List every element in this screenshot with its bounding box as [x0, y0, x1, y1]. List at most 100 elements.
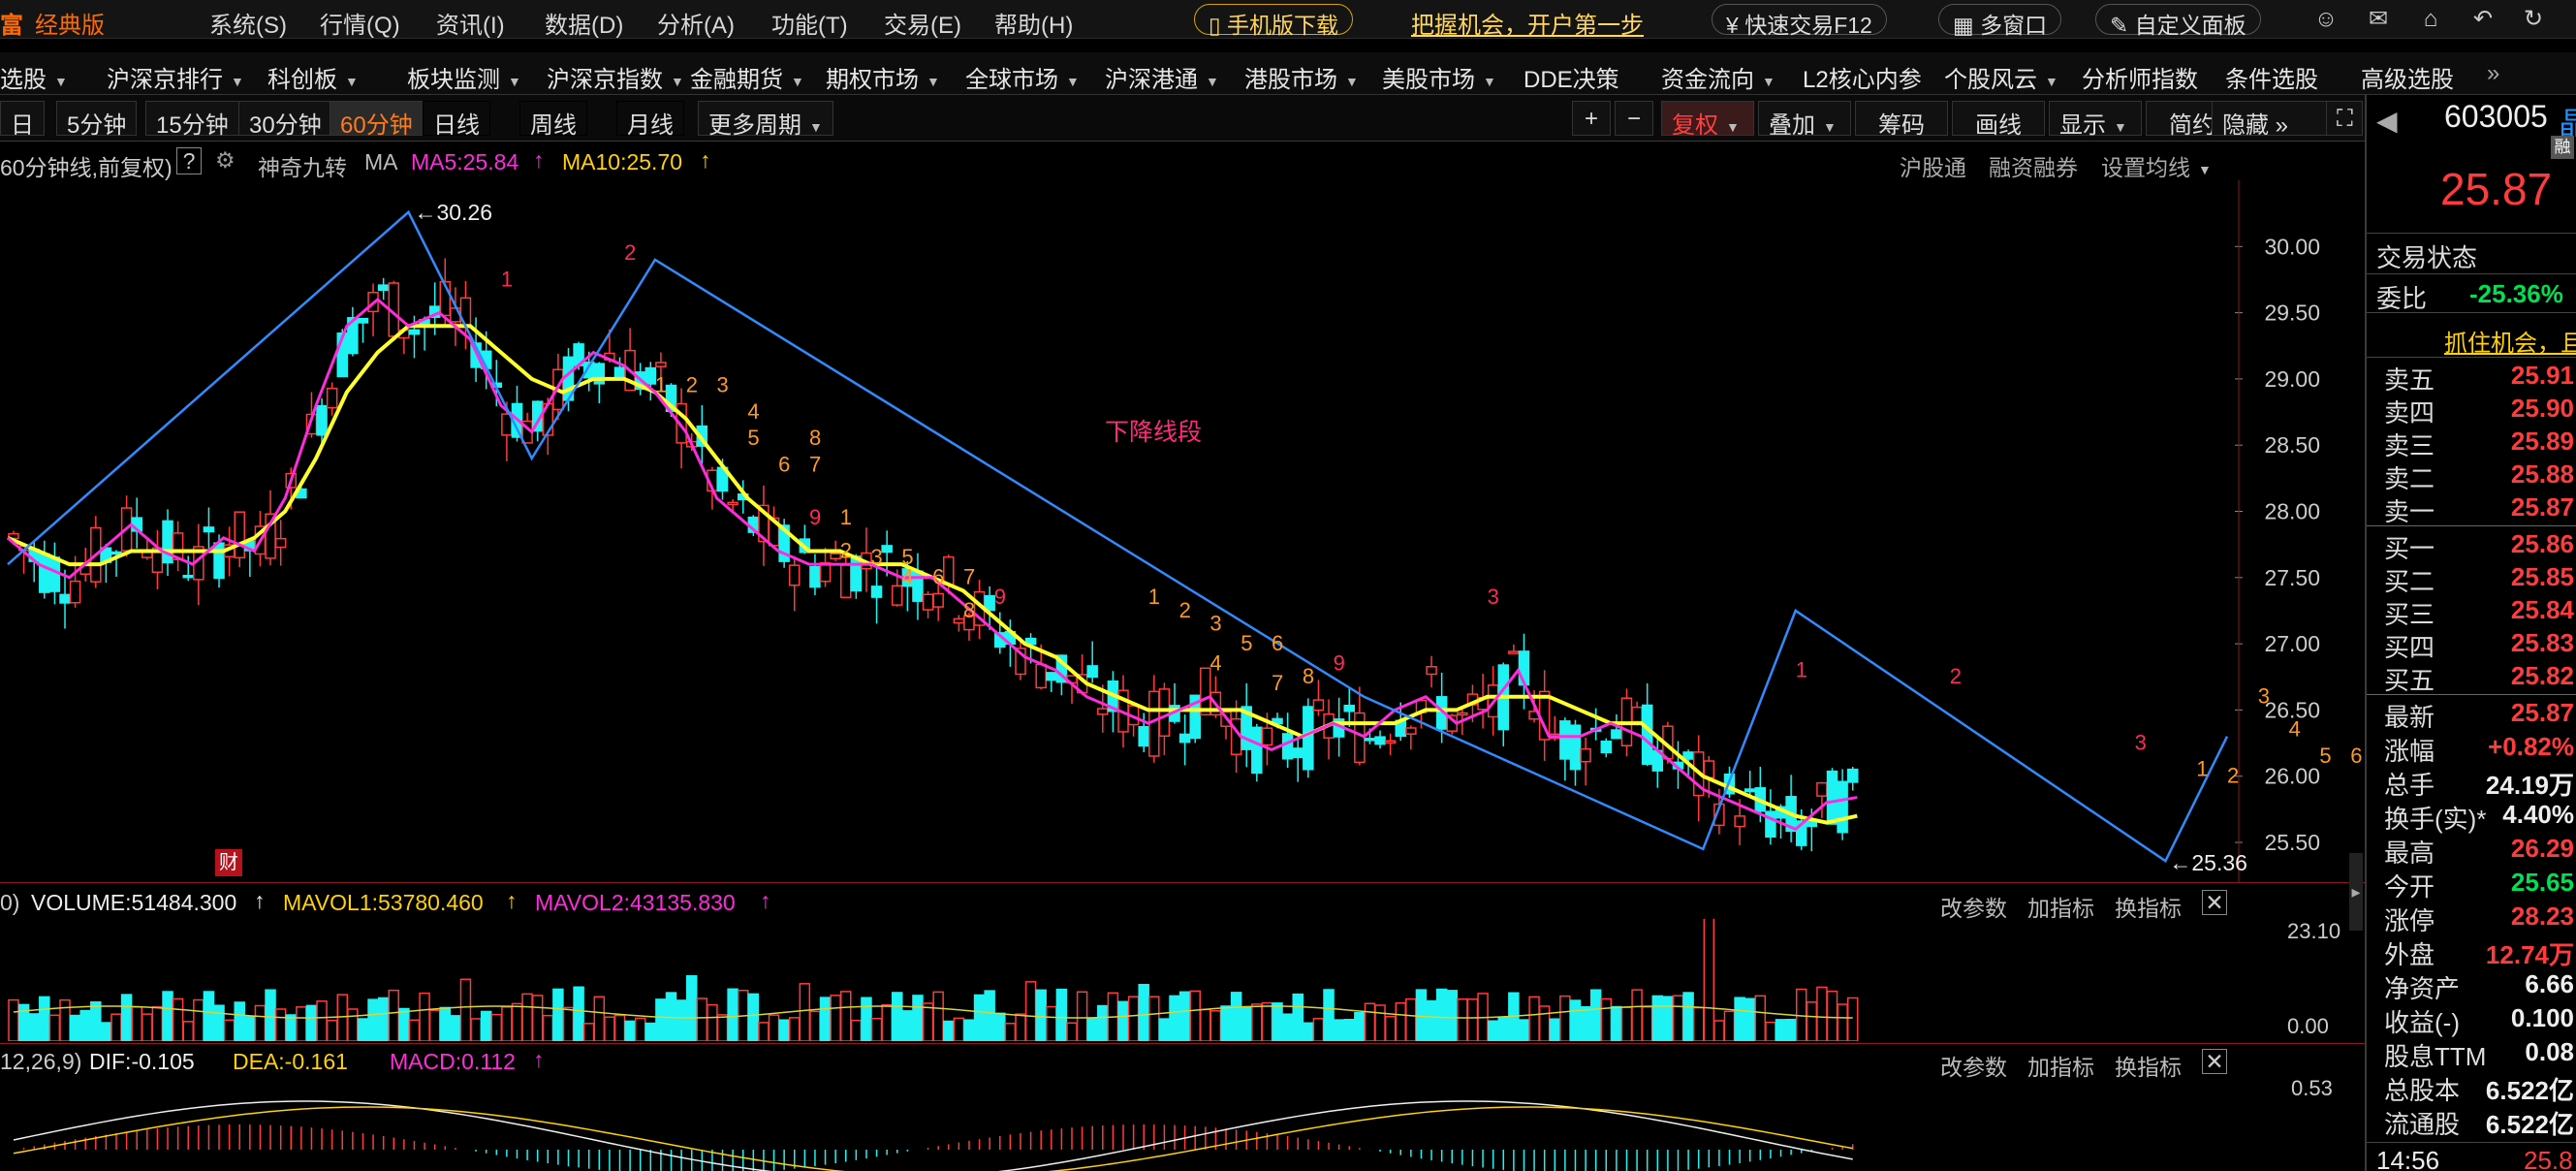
promo-link[interactable]: 把握机会，开户第一步 — [1411, 6, 1644, 40]
stat-row[interactable]: 涨幅 +0.82% — [2376, 732, 2576, 766]
nav-item-hk[interactable]: 港股市场 ▼ — [1244, 60, 1359, 94]
nav-item-dde[interactable]: DDE决策 — [1524, 60, 1619, 94]
help-icon[interactable]: ? — [176, 147, 202, 174]
vol-add-indicator[interactable]: 加指标 — [2027, 890, 2094, 923]
mobile-download-button[interactable]: ▯ 手机版下载 — [1194, 4, 1354, 38]
nav-item-condition[interactable]: 条件选股 — [2225, 60, 2318, 94]
stat-row[interactable]: 总股本 6.522亿 — [2376, 1071, 2576, 1105]
macd-close-icon[interactable]: ✕ — [2202, 1049, 2227, 1074]
stat-row[interactable]: 今开 25.65 — [2376, 868, 2576, 902]
candlestick-chart[interactable]: 121 2 3456 789 12 3456 789 12345 67 8931 231 2345 6 … — [0, 180, 2365, 882]
nav-item-star-market[interactable]: 科创板 ▼ — [267, 60, 359, 94]
panel-collapse-icon[interactable]: ▸ — [2349, 853, 2363, 931]
stat-row[interactable]: 收益(-) 0.100 — [2376, 1003, 2576, 1037]
bid-level[interactable]: 买三 25.84 — [2376, 595, 2576, 629]
adjust-button[interactable]: 复权 ▼ — [1661, 101, 1754, 139]
zoom-out-button[interactable]: − — [1615, 101, 1653, 136]
macd-switch-indicator[interactable]: 换指标 — [2115, 1049, 2182, 1082]
period-monthly[interactable]: 月线 — [616, 101, 684, 139]
panel-promo-link[interactable]: 抓住机会，且 — [2444, 324, 2576, 358]
nav-item-capital-flow[interactable]: 资金流向 ▼ — [1661, 60, 1775, 94]
overlay-button[interactable]: 叠加 ▼ — [1758, 101, 1851, 139]
menu-trade[interactable]: 交易(E) — [884, 6, 961, 40]
menu-system[interactable]: 系统(S) — [209, 6, 287, 40]
refresh-icon[interactable]: ↻ — [2520, 6, 2547, 33]
nav-item-ranking[interactable]: 沪深京排行 ▼ — [107, 60, 244, 94]
home-icon[interactable]: ⌂ — [2417, 6, 2444, 33]
menu-data[interactable]: 数据(D) — [545, 6, 623, 40]
period-30min[interactable]: 30分钟 — [238, 101, 332, 139]
nav-item-connect[interactable]: 沪深港通 ▼ — [1105, 60, 1219, 94]
period-day-short[interactable]: 日 — [0, 101, 45, 139]
stat-row[interactable]: 涨停 28.23 — [2376, 902, 2576, 935]
draw-button[interactable]: 画线 — [1952, 101, 2045, 139]
ask-level[interactable]: 卖二 25.88 — [2376, 459, 2576, 493]
bid-level[interactable]: 买五 25.82 — [2376, 661, 2576, 695]
chips-button[interactable]: 筹码 — [1855, 101, 1948, 139]
nav-more-icon[interactable]: » — [2487, 60, 2499, 87]
back-icon[interactable]: ↶ — [2469, 6, 2497, 33]
macd-edit-params[interactable]: 改参数 — [1940, 1049, 2007, 1082]
vol-edit-params[interactable]: 改参数 — [1940, 890, 2007, 923]
period-more[interactable]: 更多周期 ▼ — [698, 101, 833, 139]
nav-item-l2[interactable]: L2核心内参 — [1803, 60, 1922, 94]
user-icon[interactable]: ☺ — [2312, 6, 2340, 33]
ask-level[interactable]: 卖五 25.91 — [2376, 361, 2576, 395]
nav-item-global[interactable]: 全球市场 ▼ — [965, 60, 1080, 94]
fullscreen-icon[interactable]: ⛶ — [2326, 101, 2363, 136]
period-daily[interactable]: 日线 — [423, 101, 490, 139]
zoom-in-button[interactable]: + — [1572, 101, 1611, 136]
link-ma-settings[interactable]: 设置均线 ▼ — [2101, 149, 2212, 182]
period-15min[interactable]: 15分钟 — [145, 101, 239, 139]
nav-item-options[interactable]: 期权市场 ▼ — [826, 60, 940, 94]
stat-row[interactable]: 流通股 6.522亿 — [2376, 1105, 2576, 1139]
link-hk-connect[interactable]: 沪股通 — [1900, 149, 1966, 182]
ask-level[interactable]: 卖一 25.87 — [2376, 492, 2576, 526]
vol-switch-indicator[interactable]: 换指标 — [2115, 890, 2182, 923]
ask-level[interactable]: 卖四 25.90 — [2376, 394, 2576, 427]
nav-item-sector-monitor[interactable]: 板块监测 ▼ — [407, 60, 521, 94]
bid-level[interactable]: 买二 25.85 — [2376, 562, 2576, 596]
stat-row[interactable]: 净资产 6.66 — [2376, 969, 2576, 1003]
mail-icon[interactable]: ✉ — [2365, 6, 2392, 33]
nav-item-index[interactable]: 沪深京指数 ▼ — [547, 60, 684, 94]
quick-trade-button[interactable]: ¥ 快速交易F12 — [1712, 4, 1887, 38]
menu-quotes[interactable]: 行情(Q) — [320, 6, 400, 40]
volume-bar — [799, 983, 811, 1041]
stat-row[interactable]: 股息TTM 0.08 — [2376, 1037, 2576, 1071]
menu-help[interactable]: 帮助(H) — [994, 6, 1073, 40]
bid-level[interactable]: 买一 25.86 — [2376, 529, 2576, 563]
settings-gear-icon[interactable]: ⚙ — [215, 147, 236, 174]
prev-stock-icon[interactable]: ◀ — [2376, 105, 2398, 137]
stat-row[interactable]: 外盘 12.74万 — [2376, 935, 2576, 969]
financial-badge-icon[interactable]: 财 — [215, 849, 242, 876]
stat-row[interactable]: 总手 24.19万 — [2376, 766, 2576, 800]
nav-item-advanced[interactable]: 高级选股 — [2361, 60, 2454, 94]
period-60min[interactable]: 60分钟 — [330, 101, 424, 139]
link-margin[interactable]: 融资融券 — [1989, 149, 2078, 182]
nav-item-stock-select[interactable]: 选股 ▼ — [0, 60, 68, 94]
custom-panel-button[interactable]: ✎ 自定义面板 — [2095, 4, 2261, 38]
menu-function[interactable]: 功能(T) — [771, 6, 848, 40]
close-icon[interactable]: ✕ — [2202, 890, 2227, 915]
nav-item-financial-futures[interactable]: 金融期货 ▼ — [690, 60, 804, 94]
macd-add-indicator[interactable]: 加指标 — [2027, 1049, 2094, 1082]
bid-level[interactable]: 买四 25.83 — [2376, 628, 2576, 662]
multi-window-button[interactable]: ▦ 多窗口 — [1938, 4, 2062, 38]
nav-item-analyst[interactable]: 分析师指数 — [2082, 60, 2198, 94]
display-button[interactable]: 显示 ▼ — [2049, 101, 2142, 139]
hide-button[interactable]: 隐藏 » — [2212, 101, 2328, 139]
indicator-name[interactable]: 神奇九转 — [258, 149, 347, 182]
period-5min[interactable]: 5分钟 — [56, 101, 138, 139]
ask-level[interactable]: 卖三 25.89 — [2376, 427, 2576, 460]
td-count-label: 8 — [809, 426, 821, 450]
stat-row[interactable]: 最新 25.87 — [2376, 698, 2576, 732]
menu-news[interactable]: 资讯(I) — [436, 6, 505, 40]
nav-item-us[interactable]: 美股市场 ▼ — [1382, 60, 1496, 94]
stat-row[interactable]: 最高 26.29 — [2376, 834, 2576, 868]
menu-analysis[interactable]: 分析(A) — [657, 6, 735, 40]
edition-label[interactable]: 经典版 — [35, 6, 105, 40]
stat-row[interactable]: 换手(实)* 4.40% — [2376, 800, 2576, 834]
nav-item-stock-news[interactable]: 个股风云 ▼ — [1944, 60, 2058, 94]
period-weekly[interactable]: 周线 — [519, 101, 587, 139]
